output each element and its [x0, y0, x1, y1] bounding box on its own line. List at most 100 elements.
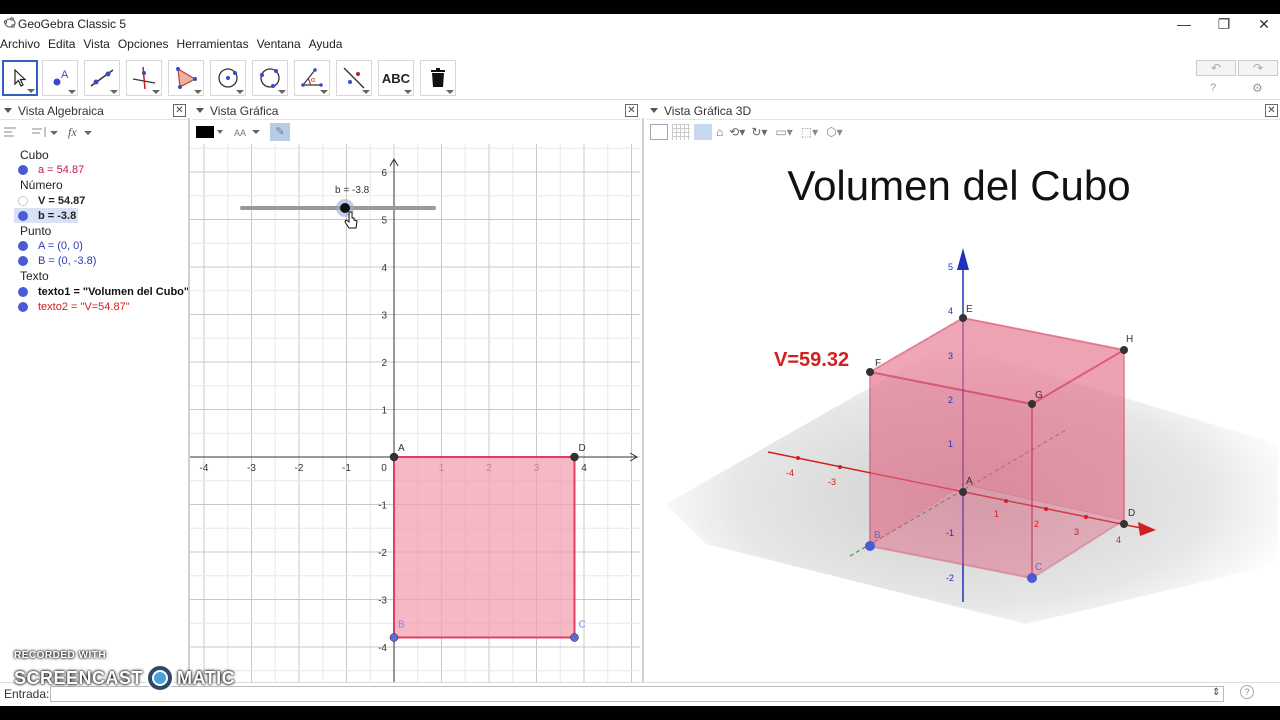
- x-tick-label: 1: [994, 509, 999, 519]
- algebra-item-a[interactable]: a = 54.87: [14, 162, 84, 177]
- graphics-panel-header[interactable]: Vista Gráfica ✕: [192, 102, 640, 120]
- view-plane-icon[interactable]: [650, 124, 668, 140]
- menu-ventana[interactable]: Ventana: [257, 36, 305, 54]
- function-icon[interactable]: fx: [66, 124, 96, 140]
- pin-icon[interactable]: ✎: [270, 123, 290, 141]
- close-algebra-button[interactable]: ✕: [173, 104, 186, 117]
- square-polygon[interactable]: [393, 456, 576, 639]
- chevron-down-icon[interactable]: [214, 127, 226, 137]
- move-tool-button[interactable]: [2, 60, 38, 96]
- color-swatch[interactable]: [196, 126, 214, 138]
- minimize-button[interactable]: —: [1164, 14, 1204, 34]
- algebra-item-b[interactable]: b = -3.8: [14, 208, 78, 223]
- projection-icon[interactable]: ▭▾: [775, 125, 792, 139]
- perpendicular-line-icon: [132, 66, 156, 90]
- algebra-panel-header[interactable]: Vista Algebraica ✕: [0, 102, 188, 120]
- maximize-button[interactable]: ❐: [1204, 14, 1244, 34]
- window-title: GeoGebra Classic 5: [18, 17, 127, 31]
- menu-archivo[interactable]: Archivo: [0, 36, 44, 54]
- slider-knob[interactable]: [340, 203, 351, 213]
- algebra-style-bar: fx: [0, 121, 188, 143]
- y-tick-label: -1: [378, 501, 387, 512]
- graphics3d-view[interactable]: Volumen del Cubo V=59.32 E H F G A B C D…: [646, 144, 1280, 690]
- polygon-tool-button[interactable]: [168, 60, 204, 96]
- vertex-E[interactable]: [959, 314, 967, 322]
- visibility-toggle-icon[interactable]: [18, 301, 28, 312]
- algebra-item-texto2[interactable]: texto2 = "V=54.87": [14, 299, 130, 314]
- toggle-description-icon[interactable]: [2, 124, 22, 140]
- polygon-icon: [176, 67, 197, 89]
- axes-toggle-icon[interactable]: [694, 124, 712, 140]
- menu-opciones[interactable]: Opciones: [118, 36, 173, 54]
- menu-edita[interactable]: Edita: [48, 36, 79, 54]
- menu-ayuda[interactable]: Ayuda: [309, 36, 347, 54]
- close-window-button[interactable]: ✕: [1244, 14, 1280, 34]
- visibility-toggle-icon[interactable]: [18, 240, 28, 251]
- vertex-F[interactable]: [866, 368, 874, 376]
- algebra-item-text: a = 54.87: [38, 163, 85, 176]
- graphics3d-panel-header[interactable]: Vista Gráfica 3D ✕: [646, 102, 1280, 120]
- graphics-canvas[interactable]: -4-3-2-101234654321-1-2-3-4ADBCb = -3.8: [190, 144, 640, 690]
- algebra-item-V[interactable]: V = 54.87: [14, 193, 85, 208]
- help-icon[interactable]: ?: [1210, 82, 1216, 94]
- menu-herramientas[interactable]: Herramientas: [177, 36, 253, 54]
- panel-collapse-icon[interactable]: [196, 108, 204, 113]
- visibility-toggle-icon[interactable]: [18, 164, 28, 175]
- rotate-view-icon[interactable]: ⟲▾: [729, 125, 745, 139]
- angle-tool-button[interactable]: α: [294, 60, 330, 96]
- graphics-view[interactable]: -4-3-2-101234654321-1-2-3-4ADBCb = -3.8: [190, 144, 640, 690]
- panel-divider[interactable]: [642, 118, 644, 690]
- line-tool-button[interactable]: [84, 60, 120, 96]
- algebra-item-B[interactable]: B = (0, -3.8): [14, 253, 96, 268]
- input-help-icon[interactable]: ?: [1240, 685, 1254, 699]
- point-B[interactable]: [389, 633, 399, 642]
- cube-view-icon[interactable]: ⬡▾: [826, 125, 843, 139]
- watermark-line2a: SCREENCAST: [14, 667, 144, 688]
- point-C[interactable]: [570, 633, 579, 642]
- vertex-C[interactable]: [1027, 573, 1037, 583]
- view3d-title[interactable]: Volumen del Cubo: [787, 162, 1130, 209]
- x-tick-label: -1: [342, 463, 351, 474]
- close-graphics-button[interactable]: ✕: [625, 104, 638, 117]
- y-tick-label: 2: [381, 358, 387, 369]
- point-D[interactable]: [570, 452, 579, 462]
- visibility-toggle-icon[interactable]: [18, 255, 28, 266]
- grid-icon[interactable]: [672, 124, 690, 140]
- circle-three-points-tool-button[interactable]: [252, 60, 288, 96]
- delete-tool-button[interactable]: [420, 60, 456, 96]
- redo-button[interactable]: ↷: [1238, 60, 1278, 76]
- text-tool-button[interactable]: ABC: [378, 60, 414, 96]
- close-graphics3d-button[interactable]: ✕: [1265, 104, 1278, 117]
- z-tick-label: 1: [948, 439, 953, 449]
- text-size-icon[interactable]: AA: [232, 125, 262, 139]
- circle-center-tool-button[interactable]: [210, 60, 246, 96]
- panel-collapse-icon[interactable]: [650, 108, 658, 113]
- circle-center-icon: [218, 68, 238, 88]
- clipping-icon[interactable]: ⬚▾: [801, 125, 818, 139]
- point-A[interactable]: [389, 452, 399, 462]
- input-history-icon[interactable]: ⇕: [1212, 687, 1220, 698]
- y-tick-label: 4: [381, 263, 387, 274]
- reflect-tool-button[interactable]: [336, 60, 372, 96]
- point-tool-button[interactable]: A: [42, 60, 78, 96]
- algebra-item-texto1[interactable]: texto1 = "Volumen del Cubo": [14, 284, 188, 299]
- perpendicular-tool-button[interactable]: [126, 60, 162, 96]
- vertex-D[interactable]: [1120, 520, 1128, 528]
- gear-icon[interactable]: ⚙: [1252, 81, 1263, 95]
- algebra-item-A[interactable]: A = (0, 0): [14, 238, 83, 253]
- volume-text[interactable]: V=59.32: [774, 349, 849, 371]
- visibility-toggle-icon[interactable]: [18, 286, 28, 297]
- panel-collapse-icon[interactable]: [4, 108, 12, 113]
- graphics3d-canvas[interactable]: Volumen del Cubo V=59.32 E H F G A B C D…: [646, 144, 1280, 690]
- vertex-B[interactable]: [865, 541, 875, 551]
- vertex-A[interactable]: [959, 488, 967, 496]
- undo-button[interactable]: ↶: [1196, 60, 1236, 76]
- home-icon[interactable]: ⌂: [716, 125, 723, 139]
- sort-icon[interactable]: [28, 124, 62, 140]
- visibility-toggle-icon[interactable]: [18, 195, 28, 206]
- visibility-toggle-icon[interactable]: [18, 210, 28, 221]
- menu-vista[interactable]: Vista: [83, 36, 113, 54]
- rotate-icon[interactable]: ↻▾: [751, 125, 767, 139]
- vertex-G[interactable]: [1028, 400, 1036, 408]
- vertex-H[interactable]: [1120, 346, 1128, 354]
